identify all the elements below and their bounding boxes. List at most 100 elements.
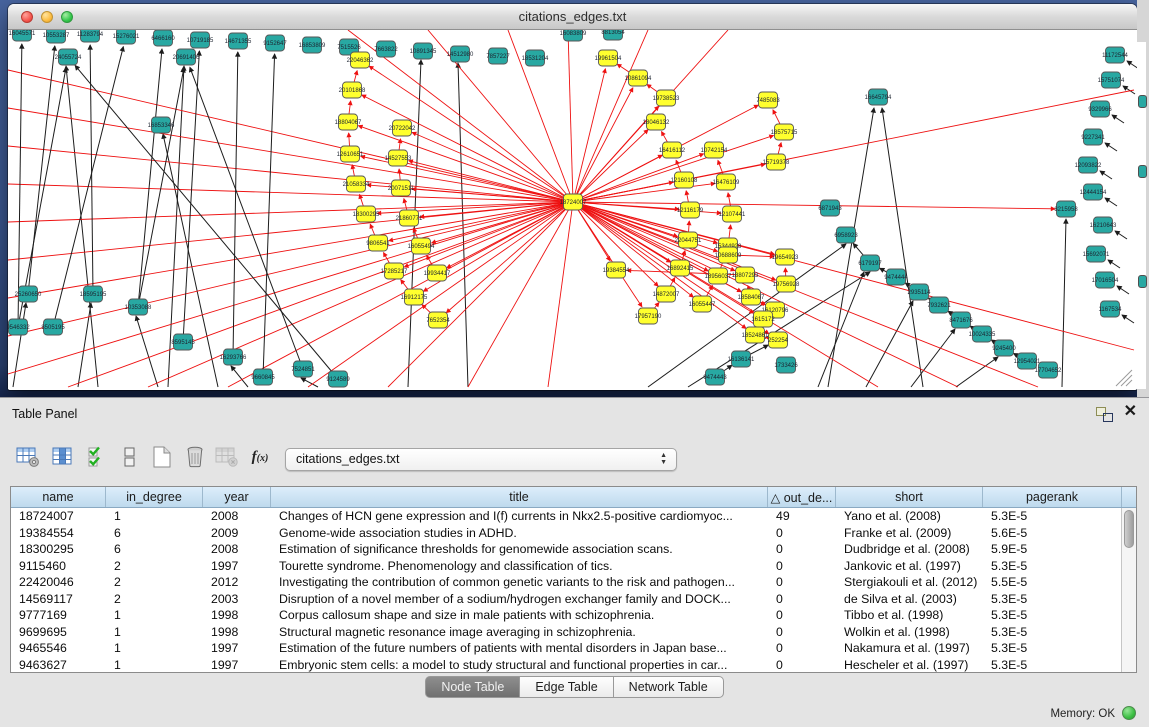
table-cell[interactable]: Disruption of a novel member of a sodium… bbox=[271, 592, 768, 606]
table-cell[interactable]: Stergiakouli et al. (2012) bbox=[836, 575, 983, 589]
table-cell[interactable]: 5.3E-5 bbox=[983, 625, 1120, 639]
table-cell[interactable]: 1 bbox=[106, 641, 203, 655]
table-cell[interactable]: 14569117 bbox=[11, 592, 106, 606]
table-cell[interactable]: Changes of HCN gene expression and I(f) … bbox=[271, 509, 768, 523]
table-cell[interactable]: 5.3E-5 bbox=[983, 608, 1120, 622]
column-header-out_de[interactable]: △ out_de... bbox=[768, 487, 836, 507]
table-cell[interactable]: Tourette syndrome. Phenomenology and cla… bbox=[271, 559, 768, 573]
table-cell[interactable]: 2008 bbox=[203, 509, 271, 523]
table-cell[interactable]: Genome-wide association studies in ADHD. bbox=[271, 526, 768, 540]
table-cell[interactable]: Dudbridge et al. (2008) bbox=[836, 542, 983, 556]
table-cell[interactable]: 9115460 bbox=[11, 559, 106, 573]
function-builder-icon[interactable]: f(x) bbox=[246, 442, 274, 472]
table-cell[interactable]: 1997 bbox=[203, 559, 271, 573]
close-window-button[interactable] bbox=[21, 11, 33, 23]
select-visible-icon[interactable] bbox=[84, 442, 112, 472]
table-cell[interactable]: 2012 bbox=[203, 575, 271, 589]
table-cell[interactable]: 0 bbox=[768, 641, 836, 655]
table-cell[interactable]: Franke et al. (2009) bbox=[836, 526, 983, 540]
table-cell[interactable]: Nakamura et al. (1997) bbox=[836, 641, 983, 655]
column-header-title[interactable]: title bbox=[271, 487, 768, 507]
table-cell[interactable]: 2003 bbox=[203, 592, 271, 606]
table-cell[interactable]: 2 bbox=[106, 592, 203, 606]
table-cell[interactable]: 2 bbox=[106, 575, 203, 589]
table-cell[interactable]: 1998 bbox=[203, 625, 271, 639]
table-row[interactable]: 911546021997Tourette syndrome. Phenomeno… bbox=[11, 558, 1120, 575]
table-cell[interactable]: 0 bbox=[768, 658, 836, 672]
scrollbar-thumb[interactable] bbox=[1124, 510, 1134, 548]
table-cell[interactable]: 9699695 bbox=[11, 625, 106, 639]
tab-network-table[interactable]: Network Table bbox=[614, 676, 724, 698]
table-cell[interactable]: 5.5E-5 bbox=[983, 575, 1120, 589]
table-cell[interactable]: Jankovic et al. (1997) bbox=[836, 559, 983, 573]
table-row[interactable]: 2242004622012Investigating the contribut… bbox=[11, 574, 1120, 591]
column-header-in_degree[interactable]: in_degree bbox=[106, 487, 203, 507]
table-cell[interactable]: 1997 bbox=[203, 658, 271, 672]
network-canvas[interactable]: 1604557110553287112837941527602164661601… bbox=[8, 30, 1137, 389]
new-table-icon[interactable] bbox=[148, 442, 176, 472]
column-header-short[interactable]: short bbox=[836, 487, 983, 507]
close-panel-icon[interactable]: ✕ bbox=[1124, 403, 1137, 421]
table-cell[interactable]: Tibbo et al. (1998) bbox=[836, 608, 983, 622]
table-cell[interactable]: 6 bbox=[106, 542, 203, 556]
vertical-scrollbar[interactable] bbox=[1121, 508, 1136, 672]
float-panel-icon[interactable] bbox=[1096, 407, 1113, 422]
table-cell[interactable]: 2 bbox=[106, 559, 203, 573]
table-cell[interactable]: 5.3E-5 bbox=[983, 592, 1120, 606]
table-cell[interactable]: 2009 bbox=[203, 526, 271, 540]
table-cell[interactable]: 9463627 bbox=[11, 658, 106, 672]
tab-node-table[interactable]: Node Table bbox=[425, 676, 520, 698]
table-cell[interactable]: 0 bbox=[768, 608, 836, 622]
table-row[interactable]: 1456911722003Disruption of a novel membe… bbox=[11, 591, 1120, 608]
table-cell[interactable]: 5.6E-5 bbox=[983, 526, 1120, 540]
tab-edge-table[interactable]: Edge Table bbox=[520, 676, 613, 698]
table-cell[interactable]: 1 bbox=[106, 658, 203, 672]
minimize-window-button[interactable] bbox=[41, 11, 53, 23]
delete-table-icon[interactable] bbox=[181, 442, 209, 472]
table-cell[interactable]: de Silva et al. (2003) bbox=[836, 592, 983, 606]
table-cell[interactable]: 1998 bbox=[203, 608, 271, 622]
table-cell[interactable]: 5.9E-5 bbox=[983, 542, 1120, 556]
table-cell[interactable]: 0 bbox=[768, 559, 836, 573]
column-header-year[interactable]: year bbox=[203, 487, 271, 507]
table-cell[interactable]: Yano et al. (2008) bbox=[836, 509, 983, 523]
table-row[interactable]: 1872400712008Changes of HCN gene express… bbox=[11, 508, 1120, 525]
table-mode-icon[interactable] bbox=[14, 442, 42, 472]
table-cell[interactable]: 22420046 bbox=[11, 575, 106, 589]
table-cell[interactable]: 49 bbox=[768, 509, 836, 523]
table-cell[interactable]: 5.3E-5 bbox=[983, 559, 1120, 573]
table-row[interactable]: 977716911998Corpus callosum shape and si… bbox=[11, 607, 1120, 624]
table-row[interactable]: 946362711997Embryonic stem cells: a mode… bbox=[11, 657, 1120, 673]
table-cell[interactable]: Hescheler et al. (1997) bbox=[836, 658, 983, 672]
column-header-pagerank[interactable]: pagerank bbox=[983, 487, 1122, 507]
table-row[interactable]: 1938455462009Genome-wide association stu… bbox=[11, 525, 1120, 542]
table-cell[interactable]: Structural magnetic resonance image aver… bbox=[271, 625, 768, 639]
table-cell[interactable]: 18300295 bbox=[11, 542, 106, 556]
table-cell[interactable]: 0 bbox=[768, 592, 836, 606]
table-cell[interactable]: 1 bbox=[106, 509, 203, 523]
table-cell[interactable]: Wolkin et al. (1998) bbox=[836, 625, 983, 639]
table-cell[interactable]: 6 bbox=[106, 526, 203, 540]
row-height-icon[interactable] bbox=[116, 442, 144, 472]
table-cell[interactable]: 2008 bbox=[203, 542, 271, 556]
network-graph[interactable]: 1604557110553287112837941527602164661601… bbox=[8, 30, 1137, 389]
table-cell[interactable]: 19384554 bbox=[11, 526, 106, 540]
table-cell[interactable]: 1 bbox=[106, 608, 203, 622]
table-cell[interactable]: 1 bbox=[106, 625, 203, 639]
table-cell[interactable]: 0 bbox=[768, 542, 836, 556]
table-row[interactable]: 946554611997Estimation of the future num… bbox=[11, 640, 1120, 657]
table-cell[interactable]: 5.3E-5 bbox=[983, 658, 1120, 672]
window-titlebar[interactable]: citations_edges.txt bbox=[8, 4, 1137, 30]
table-cell[interactable]: Investigating the contribution of common… bbox=[271, 575, 768, 589]
resize-grip[interactable] bbox=[1116, 370, 1132, 386]
table-cell[interactable]: 5.3E-5 bbox=[983, 509, 1120, 523]
table-cell[interactable]: Estimation of significance thresholds fo… bbox=[271, 542, 768, 556]
table-cell[interactable]: 9465546 bbox=[11, 641, 106, 655]
table-select-dropdown[interactable]: citations_edges.txt ▲▼ bbox=[285, 448, 677, 471]
table-cell[interactable]: Corpus callosum shape and size in male p… bbox=[271, 608, 768, 622]
show-column-icon[interactable] bbox=[50, 442, 78, 472]
table-cell[interactable]: 5.3E-5 bbox=[983, 641, 1120, 655]
table-cell[interactable]: 0 bbox=[768, 526, 836, 540]
table-row[interactable]: 969969511998Structural magnetic resonanc… bbox=[11, 624, 1120, 641]
table-cell[interactable]: 0 bbox=[768, 625, 836, 639]
